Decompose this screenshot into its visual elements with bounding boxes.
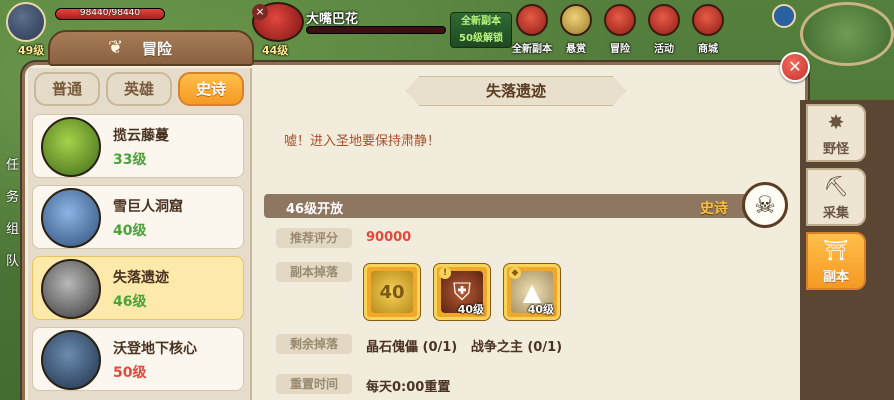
reset-time-label: 重置时间 — [276, 374, 352, 394]
drop-item-gold[interactable]: 40 — [364, 264, 420, 320]
dungeon-name: 沃登地下核心 — [113, 341, 197, 357]
minimap[interactable] — [800, 2, 894, 66]
player-hp-bar: 98440/98440 — [55, 8, 165, 20]
side-tab-label: 副本 — [822, 270, 849, 285]
tab-gathering[interactable]: ⛏ 采集 — [806, 168, 866, 226]
new-dungeon-line2: 50级解锁 — [459, 33, 503, 44]
skull-icon: ☠ — [742, 182, 788, 228]
gem-icon: ◆ — [509, 267, 521, 279]
top-menu-bar: 全新副本 悬赏 冒险 活动 商城 — [512, 2, 728, 56]
player-avatar[interactable] — [6, 2, 46, 42]
menu-new-dungeon[interactable]: 全新副本 — [512, 2, 552, 56]
target-monster-name: 大嘴巴花 — [306, 12, 359, 27]
tab-heroic[interactable]: 英雄 — [106, 72, 172, 106]
player-level: 49级 — [18, 44, 45, 57]
category-side-tabs: ✸ 野怪 ⛏ 采集 ⛩ 副本 — [800, 100, 894, 400]
panel-title-tab: ❦ 冒险 — [48, 30, 254, 66]
recommended-score-value: 90000 — [366, 230, 412, 245]
dungeon-name: 失落遗迹 — [113, 270, 169, 286]
dungeon-sidebar: 普通 英雄 史诗 揽云藤蔓 33级 雪巨人洞窟 40级 失落遗迹 46级 沃登地… — [28, 68, 252, 400]
gold-coin-icon: 40 — [371, 271, 413, 313]
target-hp-bar — [306, 26, 446, 34]
drop-item-golem[interactable]: ▲ ◆ 40级 — [504, 264, 560, 320]
tab-normal[interactable]: 普通 — [34, 72, 100, 106]
dungeon-item-snow-giant[interactable]: 雪巨人洞窟 40级 — [32, 185, 244, 249]
menu-bounty[interactable]: 悬赏 — [556, 2, 596, 56]
reset-time-value: 每天0:00重置 — [366, 380, 451, 395]
dungeon-name: 揽云藤蔓 — [113, 128, 169, 144]
dungeon-name: 雪巨人洞窟 — [113, 199, 183, 215]
menu-label: 活动 — [654, 44, 674, 55]
menu-label: 全新副本 — [512, 44, 552, 55]
side-fragment-char: 务 — [6, 190, 20, 205]
task-team-side-label[interactable]: 任 务 组 队 — [6, 150, 19, 278]
stone-golem-icon — [41, 259, 101, 319]
recommended-score-label: 推荐评分 — [276, 228, 352, 248]
shop-icon — [692, 4, 724, 36]
panel-title: 冒险 — [142, 40, 173, 58]
dungeon-description: 嘘！进入圣地要保持肃静！ — [284, 134, 441, 149]
side-tab-label: 采集 — [822, 206, 849, 221]
drop-list: 40 ⛨ ! 40级 ▲ ◆ 40级 — [364, 264, 560, 320]
gather-pickaxe-icon: ⛏ — [823, 174, 849, 198]
remaining-drops-label: 剩余掉落 — [276, 334, 352, 354]
war-lord-icon — [41, 330, 101, 390]
new-dungeon-notice[interactable]: 全新副本 50级解锁 — [450, 12, 512, 48]
exclamation-icon: ! — [439, 267, 451, 279]
side-fragment-char: 队 — [6, 254, 20, 269]
side-fragment-char: 组 — [6, 222, 20, 237]
dungeon-level: 50级 — [113, 365, 147, 381]
dungeon-detail: 失落遗迹 嘘！进入圣地要保持肃静！ 46级开放 史诗 ☠ 推荐评分 90000 … — [256, 68, 796, 400]
drop-item-armor[interactable]: ⛨ ! 40级 — [434, 264, 490, 320]
menu-label: 商城 — [698, 44, 718, 55]
difficulty-text: 史诗 — [700, 201, 728, 217]
dungeon-level: 40级 — [113, 223, 147, 239]
dungeon-level: 46级 — [113, 294, 147, 310]
side-fragment-char: 任 — [6, 158, 20, 173]
tab-epic[interactable]: 史诗 — [178, 72, 244, 106]
new-dungeon-line1: 全新副本 — [461, 16, 501, 27]
menu-adventure[interactable]: 冒险 — [600, 2, 640, 56]
drops-label: 副本掉落 — [276, 262, 352, 282]
snow-giant-icon — [41, 188, 101, 248]
drop-level: 40级 — [527, 303, 554, 316]
menu-shop[interactable]: 商城 — [688, 2, 728, 56]
dungeon-title: 失落遗迹 — [485, 82, 546, 100]
menu-label: 悬赏 — [566, 44, 586, 55]
player-hp-text: 98440/98440 — [79, 8, 141, 18]
drop-level: 40级 — [457, 303, 484, 316]
dungeon-item-woden-core[interactable]: 沃登地下核心 50级 — [32, 327, 244, 391]
tab-dungeons[interactable]: ⛩ 副本 — [806, 232, 866, 290]
unlock-level-text: 46级开放 — [286, 202, 344, 217]
feather-wing-icon: ❦ — [108, 37, 124, 58]
dungeon-item-vine[interactable]: 揽云藤蔓 33级 — [32, 114, 244, 178]
dungeon-list: 揽云藤蔓 33级 雪巨人洞窟 40级 失落遗迹 46级 沃登地下核心 50级 — [32, 114, 244, 398]
tab-wild-monsters[interactable]: ✸ 野怪 — [806, 104, 866, 162]
remaining-drops-value: 晶石傀儡 (0/1) 战争之主 (0/1) — [366, 340, 563, 355]
wild-monster-icon: ✸ — [827, 110, 845, 134]
dungeon-level: 33级 — [113, 152, 147, 168]
menu-event[interactable]: 活动 — [644, 2, 684, 56]
event-icon — [648, 4, 680, 36]
side-tab-label: 野怪 — [822, 142, 849, 157]
vine-monster-icon — [41, 117, 101, 177]
difficulty-tabs: 普通 英雄 史诗 — [34, 72, 244, 106]
adventure-icon — [604, 4, 636, 36]
dungeon-gate-icon: ⛩ — [823, 238, 849, 262]
menu-label: 冒险 — [610, 44, 630, 55]
target-monster-level: 44级 — [262, 44, 289, 57]
target-close-icon[interactable]: × — [252, 4, 268, 20]
compass-icon[interactable] — [772, 4, 796, 28]
bounty-icon — [560, 4, 592, 36]
dungeon-item-lost-ruins[interactable]: 失落遗迹 46级 — [32, 256, 244, 320]
new-dungeon-icon — [516, 4, 548, 36]
